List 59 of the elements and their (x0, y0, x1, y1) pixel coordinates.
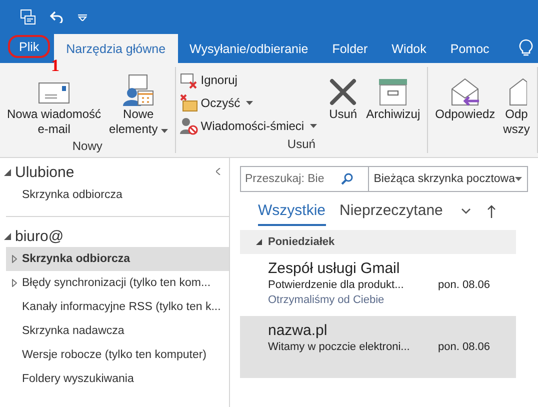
file-tab[interactable]: Plik (8, 35, 50, 58)
ribbon-button[interactable]: Wiadomości-śmieci (180, 115, 318, 136)
group-title: Poniedziałek (268, 236, 335, 248)
delete-icon (328, 77, 358, 107)
ribbon-tab[interactable]: Pomoc (438, 34, 502, 63)
undo-icon[interactable] (50, 11, 64, 23)
scope-dropdown[interactable]: Bieżąca skrzynka pocztowa (368, 167, 527, 191)
archive-box-icon (377, 77, 410, 107)
message-item[interactable]: Zespół usługi Gmail Potwierdzenie dla produkt... pon. 08.06 Otrzymaliśmy od Ciebie (240, 254, 516, 316)
collapse-chevron-icon[interactable] (216, 168, 221, 175)
message-sender: nazwa.pl (268, 322, 328, 339)
ribbon-tab[interactable]: Folder (320, 34, 380, 63)
envelope-cleanup-icon (180, 94, 198, 112)
calendar-icon (121, 73, 156, 107)
ribbon-button[interactable]: Odpowiedz (432, 67, 498, 153)
expanded-icon[interactable] (256, 239, 262, 245)
expanded-icon[interactable] (4, 232, 11, 240)
ribbon-button[interactable]: Ignoruj (180, 69, 318, 90)
ribbon-button[interactable]: Usuń (325, 67, 362, 137)
search-icon[interactable] (341, 173, 353, 185)
folder-item[interactable]: Wersje robocze (tylko ten komputer) (6, 343, 229, 367)
sort-arrow-icon[interactable] (486, 204, 496, 218)
ribbon-button[interactable]: Odp wszy (500, 67, 533, 153)
group-label: Usuń (286, 137, 316, 153)
folder-item[interactable]: Skrzynka nadawcza (6, 319, 229, 343)
chevron-down-icon[interactable] (460, 208, 471, 214)
ribbon-tab[interactable]: Widok (380, 34, 438, 63)
folder-item[interactable]: Kanały informacyjne RSS (tylko ten k... (6, 295, 229, 319)
ribbon-button[interactable]: Archiwizuj (363, 67, 424, 137)
message-preview: Otrzymaliśmy od Ciebie (268, 294, 386, 306)
ribbon-tab[interactable]: Wysyłanie/odbieranie (178, 34, 320, 63)
dropdown-arrow-icon[interactable] (515, 177, 522, 181)
filter-tab[interactable]: Wszystkie (258, 196, 326, 226)
folder-item[interactable]: Błędy synchronizacji (tylko ten kom... (6, 271, 229, 295)
send-receive-icon[interactable] (20, 9, 36, 25)
person-block-icon (180, 116, 198, 134)
customize-dropdown-icon[interactable] (78, 14, 87, 20)
lightbulb-icon[interactable] (519, 39, 534, 57)
expand-icon[interactable] (12, 255, 16, 263)
ribbon-button[interactable]: Nowe elementy (106, 67, 171, 139)
section-title: biuro@ (15, 228, 64, 244)
message-date: pon. 08.06 (438, 279, 490, 291)
search-field[interactable]: Przeszukaj: Bie (245, 173, 337, 185)
folder-item[interactable]: Skrzynka odbiorcza (6, 183, 229, 207)
folder-item[interactable]: Skrzynka odbiorcza (6, 247, 229, 271)
ribbon-button[interactable]: Oczyść (180, 92, 318, 113)
message-date: pon. 08.06 (438, 341, 490, 353)
filter-tab[interactable]: Nieprzeczytane (340, 196, 443, 226)
message-item[interactable]: nazwa.pl Witamy w poczcie elektroni... pon. 08.06 (240, 316, 516, 378)
message-subject: Potwierdzenie dla produkt... (268, 279, 405, 291)
expanded-icon[interactable] (4, 168, 11, 176)
message-subject: Witamy w poczcie elektroni... (268, 341, 411, 353)
envelope-reply-icon (449, 77, 482, 107)
folder-item[interactable]: Foldery wyszukiwania (6, 367, 229, 391)
section-title: Ulubione (15, 164, 74, 180)
expand-icon[interactable] (12, 279, 16, 287)
group-label: Nowy (71, 139, 104, 153)
envelope-ignore-icon (180, 70, 198, 88)
message-sender: Zespół usługi Gmail (268, 260, 401, 277)
